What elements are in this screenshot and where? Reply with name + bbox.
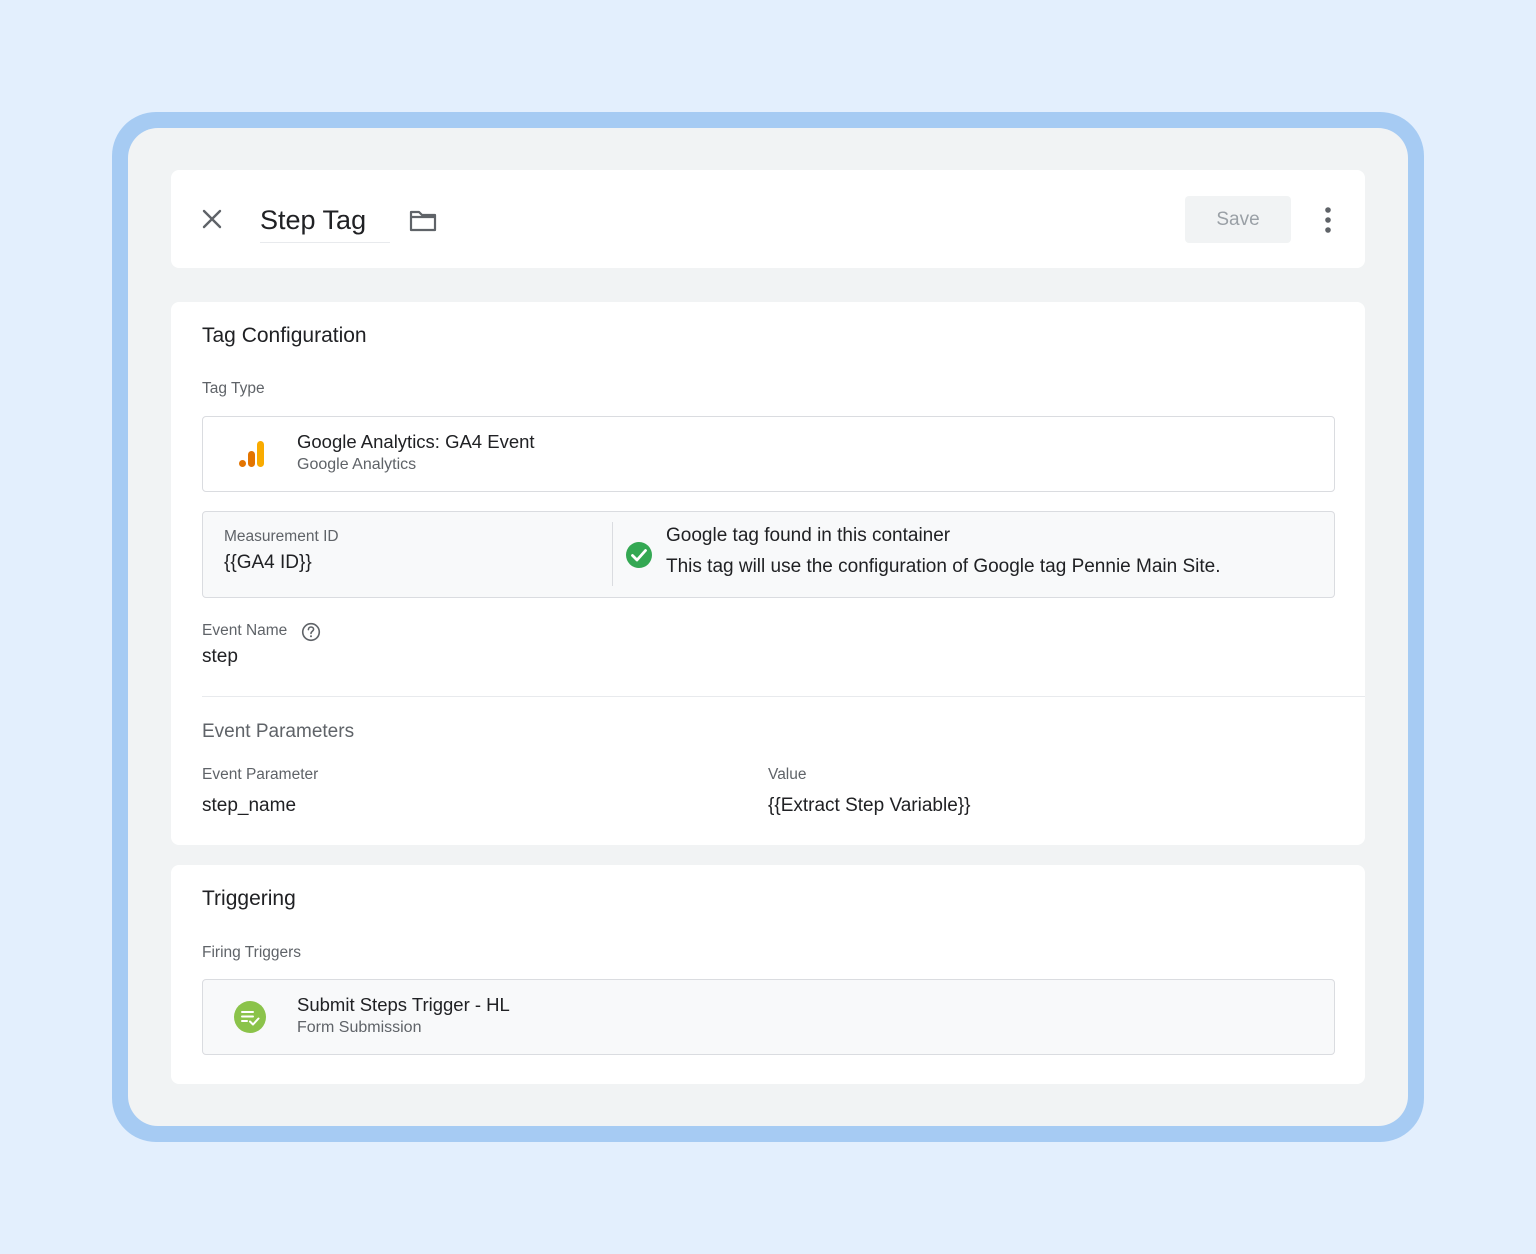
event-name-value[interactable]: step (202, 646, 238, 668)
firing-trigger-item[interactable]: Submit Steps Trigger - HL Form Submissio… (202, 979, 1335, 1055)
triggering-card: Triggering Firing Triggers Submit Steps … (171, 865, 1365, 1084)
window-frame: Step Tag Save Tag Configuration Tag Type (112, 112, 1424, 1142)
tag-editor-panel: Step Tag Save Tag Configuration Tag Type (128, 128, 1408, 1126)
measurement-id-box: Measurement ID {{GA4 ID}} Google tag fou… (202, 511, 1335, 598)
measurement-id-value[interactable]: {{GA4 ID}} (224, 552, 312, 574)
google-tag-found-description: This tag will use the configuration of G… (666, 556, 1221, 577)
event-parameters-heading: Event Parameters (202, 721, 355, 742)
vertical-divider (612, 522, 613, 586)
save-button[interactable]: Save (1185, 196, 1291, 243)
tag-type-selector[interactable]: Google Analytics: GA4 Event Google Analy… (202, 416, 1335, 492)
section-title-tag-configuration: Tag Configuration (202, 324, 367, 347)
trigger-type: Form Submission (297, 1019, 422, 1036)
section-title-triggering: Triggering (202, 887, 296, 910)
section-divider (202, 696, 1365, 697)
close-icon[interactable] (199, 206, 225, 232)
tag-type-subtitle: Google Analytics (297, 456, 417, 473)
tag-header: Step Tag Save (171, 170, 1365, 268)
more-vert-icon[interactable] (1318, 206, 1338, 234)
measurement-id-label: Measurement ID (224, 528, 339, 545)
event-parameter-name[interactable]: step_name (202, 795, 296, 817)
event-parameter-column-label: Event Parameter (202, 766, 319, 783)
tag-configuration-card: Tag Configuration Tag Type Google Analyt… (171, 302, 1365, 845)
folder-icon[interactable] (408, 208, 438, 234)
google-tag-found-title: Google tag found in this container (666, 525, 951, 546)
value-column-label: Value (768, 766, 807, 783)
trigger-name: Submit Steps Trigger - HL (297, 994, 510, 1015)
form-submission-icon (234, 1001, 266, 1033)
firing-triggers-label: Firing Triggers (202, 944, 302, 961)
tag-type-label: Tag Type (202, 380, 265, 397)
check-circle-icon (626, 542, 652, 568)
tag-name-field[interactable]: Step Tag (260, 204, 390, 243)
google-analytics-icon (239, 441, 264, 467)
help-icon[interactable] (301, 622, 321, 642)
tag-type-name: Google Analytics: GA4 Event (297, 431, 535, 452)
event-name-label: Event Name (202, 622, 288, 639)
event-parameter-value[interactable]: {{Extract Step Variable}} (768, 795, 970, 817)
